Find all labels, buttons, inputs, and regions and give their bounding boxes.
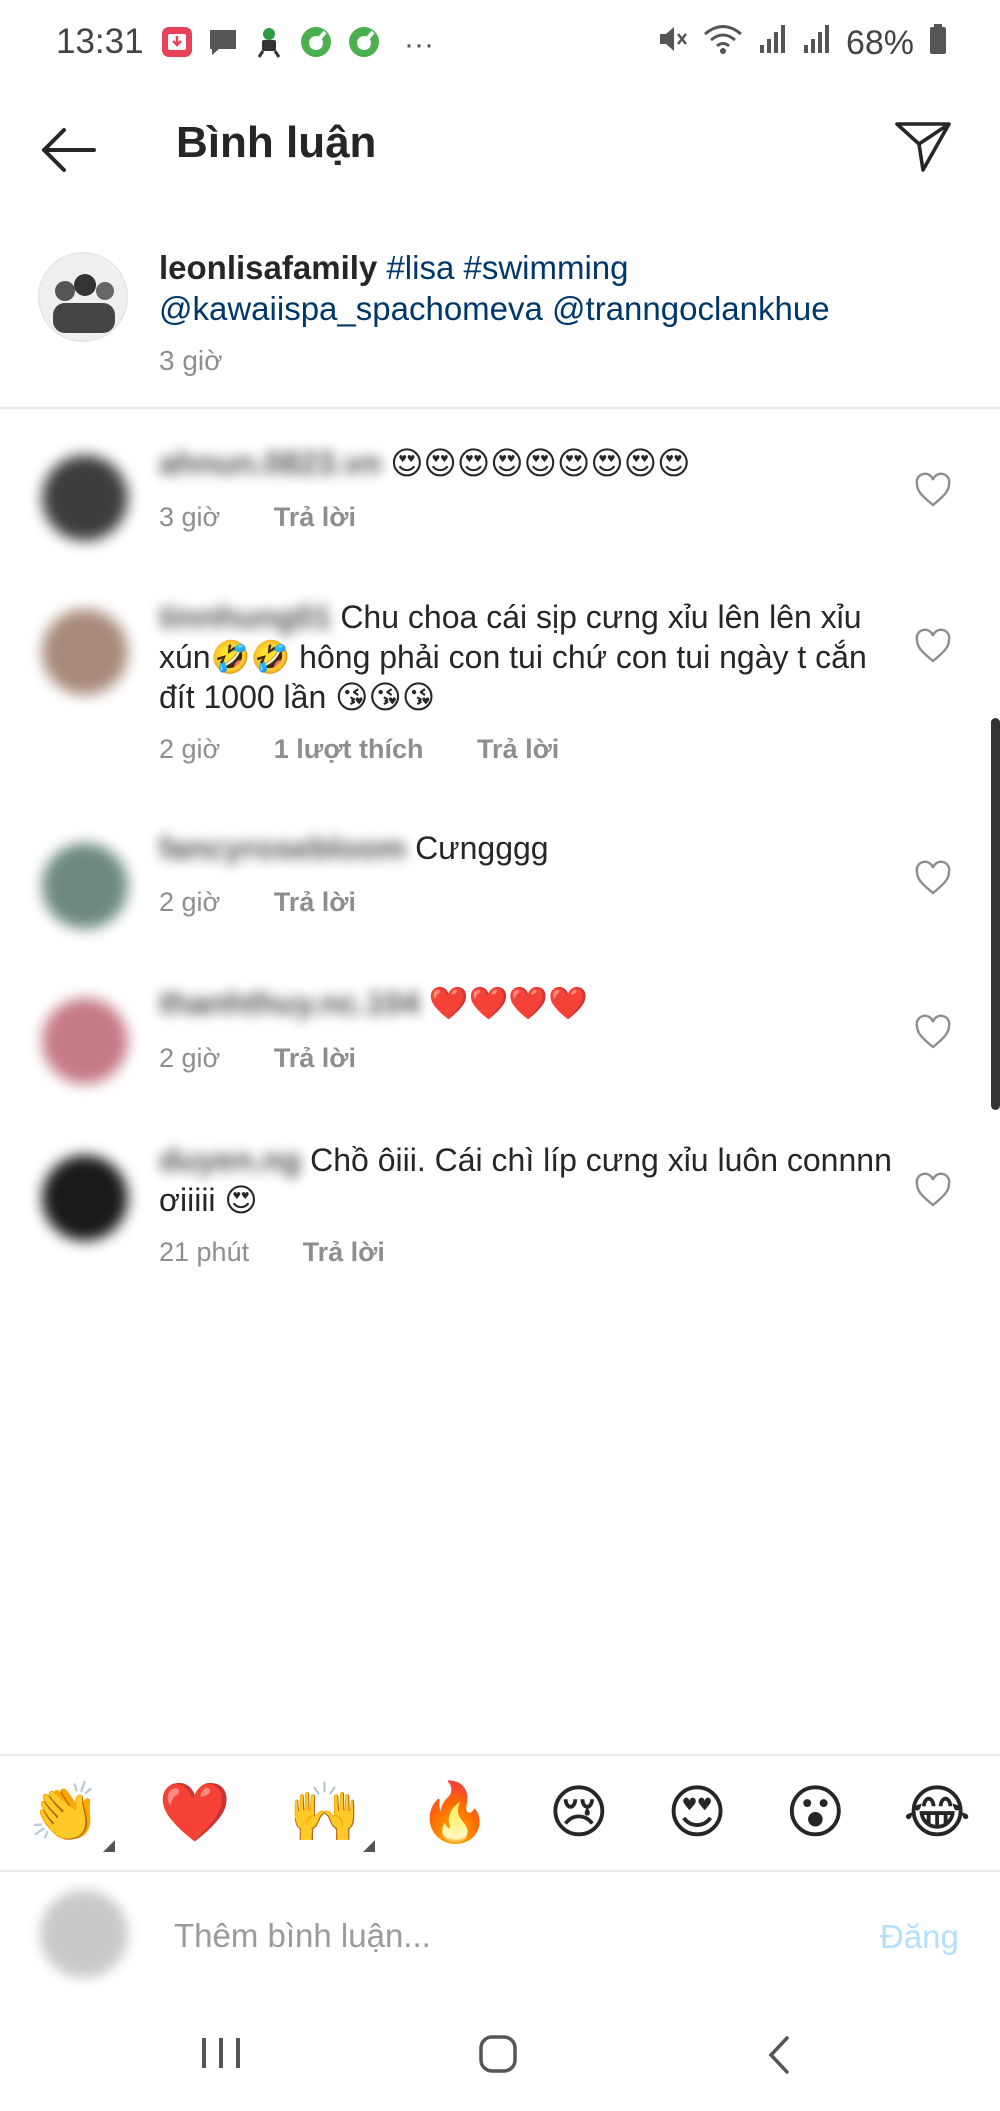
post-author-avatar[interactable] [38, 252, 128, 342]
caption-timestamp: 3 giờ [159, 345, 223, 376]
caption-mentions[interactable]: @kawaiispa_spachomeva @tranngoclankhue [159, 290, 830, 327]
comment-meta: 2 giờ 1 lượt thích Trả lời [159, 734, 605, 765]
send-icon [895, 122, 951, 172]
signal-icon [802, 23, 832, 64]
comment-username[interactable]: thanhthuy.nc.104 [159, 983, 420, 1023]
comment-time: 2 giờ [159, 1043, 221, 1073]
fire-emoji-icon[interactable]: 🔥 [419, 1784, 491, 1842]
heart-icon[interactable] [914, 860, 952, 896]
green-app-icon [346, 24, 382, 65]
comment-time: 3 giờ [159, 502, 221, 532]
comment-time: 21 phút [159, 1237, 250, 1267]
comment-username[interactable]: ahnun.0823.vn [159, 443, 381, 483]
caption-hashtags[interactable]: #lisa #swimming [386, 249, 628, 286]
comment-username[interactable]: duyen.ng [159, 1140, 301, 1180]
comment-meta: 2 giờ Trả lời [159, 1043, 402, 1074]
comment-input[interactable] [174, 1911, 754, 1961]
tears-of-joy-emoji-icon[interactable]: 😂 [903, 1784, 971, 1842]
avatar[interactable] [42, 998, 128, 1084]
comment-body: duyen.ng Chồ ôiii. Cái chì líp cưng xỉu … [159, 1140, 899, 1220]
divider [0, 407, 1000, 409]
scrollbar-thumb[interactable] [991, 718, 1000, 1110]
home-button[interactable] [478, 2034, 518, 2074]
recent-apps-icon [202, 2038, 240, 2068]
comment-meta: 2 giờ Trả lời [159, 887, 402, 918]
reply-button[interactable]: Trả lời [274, 1043, 356, 1073]
back-button[interactable] [36, 118, 100, 182]
arrow-left-icon [42, 128, 96, 172]
comment-body: thanhthuy.nc.104 ❤️❤️❤️❤️ [159, 983, 899, 1023]
share-button[interactable] [893, 116, 953, 176]
recent-apps-button[interactable] [199, 2036, 243, 2070]
comment-text: ❤️❤️❤️❤️ [428, 985, 589, 1021]
comment-time: 2 giờ [159, 734, 221, 764]
status-right: 68% [656, 22, 948, 65]
clapping-hands-emoji-icon[interactable]: 👏 [29, 1784, 116, 1852]
more-notifications-icon: ··· [404, 27, 434, 61]
mute-icon [656, 23, 688, 64]
wifi-icon [702, 22, 744, 65]
reply-button[interactable]: Trả lời [477, 734, 559, 764]
emoji-reaction-bar: 👏 ❤️ 🙌 🔥 😢 😍 😮 😂 [0, 1756, 1000, 1870]
post-caption: leonlisafamily #lisa #swimming @kawaiisp… [159, 247, 919, 329]
green-app-icon [298, 24, 334, 65]
surprised-face-emoji-icon[interactable]: 😮 [785, 1784, 845, 1842]
avatar[interactable] [42, 455, 128, 541]
message-icon [206, 25, 240, 64]
comment-time: 2 giờ [159, 887, 221, 917]
reply-button[interactable]: Trả lời [274, 502, 356, 532]
system-back-button[interactable] [763, 2034, 793, 2076]
runner-app-icon [252, 25, 286, 64]
signal-icon [758, 23, 788, 64]
comment-username[interactable]: tinnhung01 [159, 597, 331, 637]
post-button[interactable]: Đăng [880, 1918, 959, 1956]
reply-button[interactable]: Trả lời [274, 887, 356, 917]
chevron-left-icon [768, 2036, 789, 2074]
heart-icon[interactable] [914, 628, 952, 664]
avatar[interactable] [42, 1155, 128, 1241]
likes-count[interactable]: 1 lượt thích [274, 734, 424, 764]
page-title: Bình luận [176, 118, 377, 167]
divider [0, 1870, 1000, 1872]
heart-eyes-emoji-icon[interactable]: 😍 [667, 1784, 727, 1842]
heart-icon[interactable] [914, 1172, 952, 1208]
battery-percent: 68% [845, 24, 914, 62]
comment-username[interactable]: fancyrosebloom [159, 828, 406, 868]
comment-body: tinnhung01 Chu choa cái sịp cưng xỉu lên… [159, 597, 899, 717]
caption-username[interactable]: leonlisafamily [159, 249, 377, 286]
reply-button[interactable]: Trả lời [303, 1237, 385, 1267]
crying-face-emoji-icon[interactable]: 😢 [549, 1784, 609, 1842]
comment-text: Cưngggg [415, 830, 549, 866]
heart-icon[interactable] [914, 1014, 952, 1050]
home-icon [479, 2035, 517, 2073]
comment-text: 😍😍😍😍😍😍😍😍😍 [390, 445, 691, 481]
heart-icon[interactable] [914, 472, 952, 508]
status-app-icons: ··· [160, 24, 434, 65]
red-heart-emoji-icon[interactable]: ❤️ [159, 1784, 231, 1842]
comment-meta: 21 phút Trả lời [159, 1237, 431, 1268]
comment-body: fancyrosebloom Cưngggg [159, 828, 899, 868]
avatar[interactable] [42, 843, 128, 929]
battery-icon [928, 23, 948, 64]
comment-body: ahnun.0823.vn 😍😍😍😍😍😍😍😍😍 [159, 443, 899, 483]
avatar[interactable] [42, 609, 128, 695]
current-user-avatar [40, 1890, 128, 1978]
status-time: 13:31 [56, 22, 144, 61]
raising-hands-emoji-icon[interactable]: 🙌 [289, 1784, 375, 1852]
comment-meta: 3 giờ Trả lời [159, 502, 402, 533]
download-app-icon [160, 25, 194, 64]
